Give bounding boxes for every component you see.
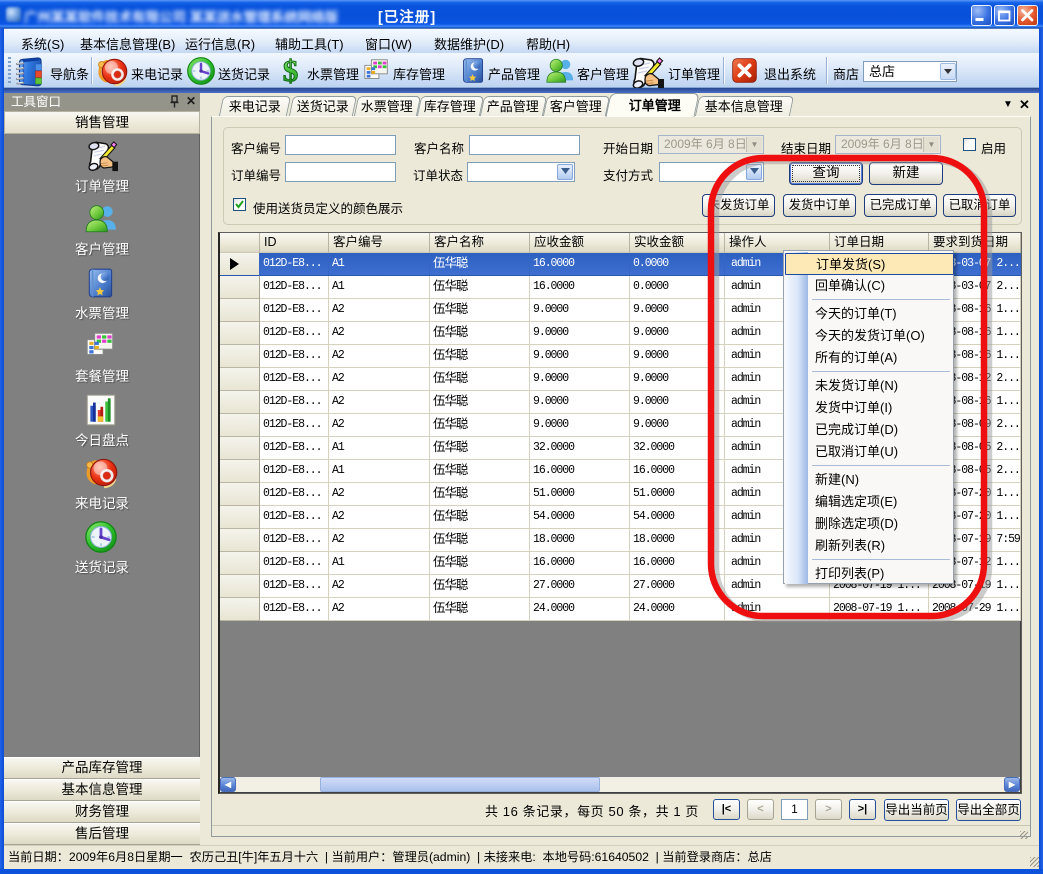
svg-text:$: $ [283, 55, 299, 86]
